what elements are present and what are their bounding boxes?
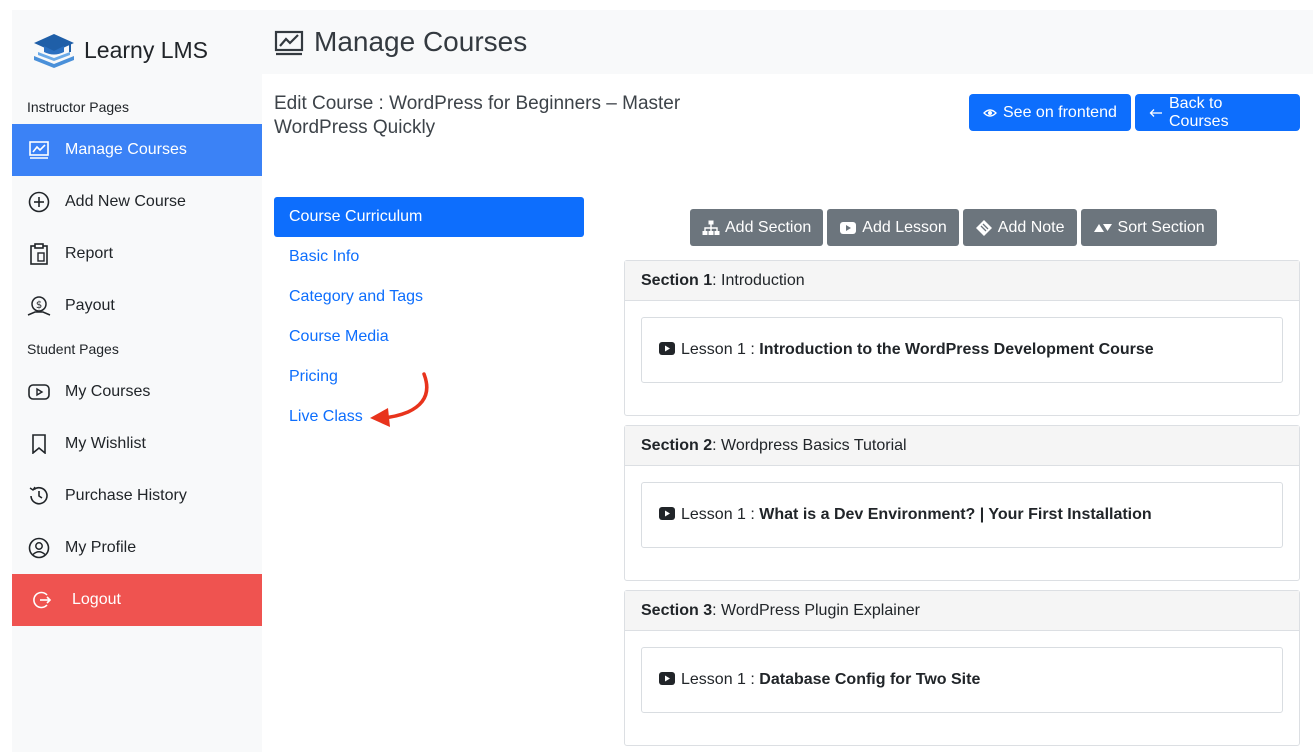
add-section-button[interactable]: Add Section xyxy=(690,209,824,246)
graduation-cap-logo-icon xyxy=(34,34,74,68)
add-note-label: Add Note xyxy=(997,218,1065,236)
sidebar-item-report[interactable]: Report xyxy=(12,228,262,280)
lesson-title: Database Config for Two Site xyxy=(759,671,981,688)
section-card: Section 2 : Wordpress Basics Tutorial Le… xyxy=(624,425,1300,581)
lesson-title: Introduction to the WordPress Developmen… xyxy=(759,341,1154,358)
sidebar-item-manage-courses[interactable]: Manage Courses xyxy=(12,124,262,176)
add-note-button[interactable]: Add Note xyxy=(962,209,1077,246)
lesson-label: Lesson 1 : xyxy=(681,506,755,523)
sidebar-item-label: Manage Courses xyxy=(65,141,187,158)
sidebar-item-label: Purchase History xyxy=(65,487,187,504)
chart-icon xyxy=(274,30,304,56)
sidebar-item-my-profile[interactable]: My Profile xyxy=(12,522,262,574)
bookmark-icon xyxy=(27,432,51,456)
brand[interactable]: Learny LMS xyxy=(12,10,262,90)
history-icon xyxy=(27,484,51,508)
play-square-icon xyxy=(27,380,51,404)
add-section-label: Add Section xyxy=(725,218,812,236)
tab-category-and-tags[interactable]: Category and Tags xyxy=(274,277,584,317)
sidebar-item-label: Add New Course xyxy=(65,193,186,210)
section-number: Section 2 xyxy=(641,436,713,454)
edit-course-title: Edit Course : WordPress for Beginners – … xyxy=(274,93,681,138)
logout-button[interactable]: Logout xyxy=(12,574,262,626)
chart-icon xyxy=(27,138,51,162)
back-to-courses-label: Back to Courses xyxy=(1169,94,1229,130)
sidebar-item-my-courses[interactable]: My Courses xyxy=(12,366,262,418)
tab-basic-info[interactable]: Basic Info xyxy=(274,237,584,277)
see-on-frontend-button[interactable]: See on frontend xyxy=(969,94,1131,131)
page-title: Manage Courses xyxy=(314,26,528,57)
section-number: Section 3 xyxy=(641,601,713,619)
user-circle-icon xyxy=(27,536,51,560)
section-name: : WordPress Plugin Explainer xyxy=(712,601,920,619)
video-play-icon xyxy=(659,341,675,355)
section-header: Section 2 : Wordpress Basics Tutorial xyxy=(625,426,1299,466)
add-lesson-button[interactable]: Add Lesson xyxy=(827,209,959,246)
annotation-arrow-icon xyxy=(370,372,429,427)
lesson-item[interactable]: Lesson 1 : Database Config for Two Site xyxy=(641,647,1283,713)
curriculum-toolbar: Add Section Add Lesson Add Note Sort Sec… xyxy=(690,209,1217,246)
logout-icon xyxy=(30,588,54,612)
tab-course-curriculum[interactable]: Course Curriculum xyxy=(274,197,584,237)
sidebar-item-label: Payout xyxy=(65,297,115,314)
note-icon xyxy=(975,219,993,237)
sidebar-item-purchase-history[interactable]: Purchase History xyxy=(12,470,262,522)
lesson-label: Lesson 1 : xyxy=(681,341,755,358)
sitemap-icon xyxy=(702,220,720,236)
sidebar-item-payout[interactable]: $ Payout xyxy=(12,280,262,332)
logout-label: Logout xyxy=(72,591,121,608)
brand-name: Learny LMS xyxy=(84,36,209,63)
sidebar-item-add-new-course[interactable]: Add New Course xyxy=(12,176,262,228)
tab-course-media[interactable]: Course Media xyxy=(274,317,584,357)
section-number: Section 1 xyxy=(641,271,713,289)
sidebar-item-label: My Profile xyxy=(65,539,137,556)
see-on-frontend-label: See on frontend xyxy=(1003,103,1117,121)
section-card: Section 1 : Introduction Lesson 1 : Intr… xyxy=(624,260,1300,416)
lesson-item[interactable]: Lesson 1 : What is a Dev Environment? | … xyxy=(641,482,1283,548)
lesson-label: Lesson 1 : xyxy=(681,671,755,688)
sidebar-item-my-wishlist[interactable]: My Wishlist xyxy=(12,418,262,470)
svg-text:$: $ xyxy=(36,300,42,311)
add-lesson-label: Add Lesson xyxy=(862,218,947,236)
sidebar: Learny LMS Instructor Pages Manage Cours… xyxy=(12,10,262,752)
sidebar-item-label: My Wishlist xyxy=(65,435,146,452)
section-name: : Wordpress Basics Tutorial xyxy=(712,436,907,454)
video-play-icon xyxy=(659,671,675,685)
section-card: Section 3 : WordPress Plugin Explainer L… xyxy=(624,590,1300,746)
section-header: Section 1 : Introduction xyxy=(625,261,1299,301)
clipboard-icon xyxy=(27,242,51,266)
section-name: : Introduction xyxy=(712,271,805,289)
sort-icon xyxy=(1093,222,1113,234)
video-play-icon xyxy=(659,506,675,520)
page-header: Manage Courses xyxy=(262,10,1313,74)
sidebar-item-label: My Courses xyxy=(65,383,151,400)
lesson-item[interactable]: Lesson 1 : Introduction to the WordPress… xyxy=(641,317,1283,383)
arrow-left-icon xyxy=(1149,108,1163,118)
video-play-icon xyxy=(839,221,857,235)
student-pages-label: Student Pages xyxy=(27,341,119,357)
money-icon: $ xyxy=(27,294,51,318)
instructor-pages-label: Instructor Pages xyxy=(27,99,129,115)
sort-section-button[interactable]: Sort Section xyxy=(1080,209,1217,246)
lesson-title: What is a Dev Environment? | Your First … xyxy=(759,506,1152,523)
eye-icon xyxy=(983,108,997,118)
sort-section-label: Sort Section xyxy=(1117,218,1205,236)
plus-circle-icon xyxy=(27,190,51,214)
back-to-courses-button[interactable]: Back to Courses xyxy=(1135,94,1300,131)
sidebar-item-label: Report xyxy=(65,245,114,262)
section-header: Section 3 : WordPress Plugin Explainer xyxy=(625,591,1299,631)
